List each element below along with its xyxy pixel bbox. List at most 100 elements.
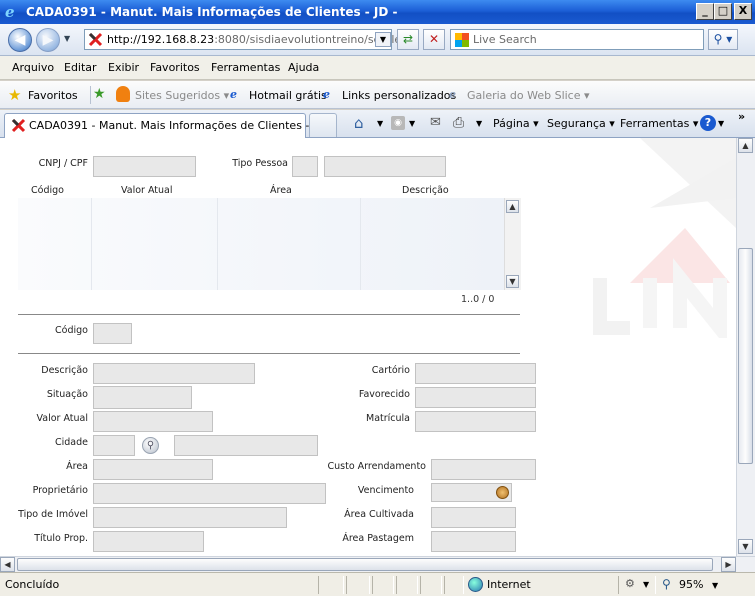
area-pastagem-field[interactable] — [431, 531, 516, 552]
tipo-pessoa-code-field[interactable] — [292, 156, 318, 177]
print-dropdown-icon[interactable]: ▼ — [476, 119, 482, 128]
grid-body[interactable] — [18, 198, 504, 290]
proprietario-field[interactable] — [93, 483, 326, 504]
fav-galeria-web-slice[interactable]: Galeria do Web Slice ▾ — [467, 89, 590, 102]
calendar-icon[interactable] — [496, 486, 509, 499]
help-dropdown-icon[interactable]: ▼ — [718, 119, 724, 128]
scroll-down-icon[interactable]: ▼ — [738, 539, 753, 554]
zoom-icon[interactable]: ⚲ — [662, 577, 671, 591]
help-icon[interactable]: ? — [700, 115, 716, 131]
custo-arrendamento-field[interactable] — [431, 459, 536, 480]
grid-header-codigo[interactable]: Código — [31, 185, 64, 196]
codigo-label: Código — [55, 325, 88, 336]
zoom-level[interactable]: 95% — [679, 578, 703, 591]
favorites-star-icon: ★ — [8, 86, 22, 104]
scroll-left-icon[interactable]: ◀ — [0, 557, 15, 572]
menu-arquivo[interactable]: Arquivo — [12, 61, 54, 74]
matricula-field[interactable] — [415, 411, 536, 432]
cnpj-label: CNPJ / CPF — [38, 158, 88, 169]
tipo-pessoa-desc-field[interactable] — [324, 156, 446, 177]
cmd-seguranca[interactable]: Segurança ▾ — [547, 117, 615, 130]
address-dropdown-icon[interactable]: ▼ — [375, 32, 391, 47]
codigo-field[interactable] — [93, 323, 132, 344]
cidade-code-field[interactable] — [93, 435, 135, 456]
grid-scroll-up-icon[interactable]: ▲ — [506, 200, 519, 213]
live-search-icon — [455, 33, 469, 47]
hscroll-thumb[interactable] — [17, 558, 713, 571]
titulo-prop-field[interactable] — [93, 531, 204, 552]
cmd-pagina[interactable]: Página ▾ — [493, 117, 539, 130]
maximize-button[interactable]: □ — [714, 3, 732, 20]
menu-exibir[interactable]: Exibir — [108, 61, 139, 74]
feeds-icon[interactable]: ◉ — [391, 116, 405, 130]
menu-ferramentas[interactable]: Ferramentas — [211, 61, 280, 74]
search-input[interactable]: Live Search — [450, 29, 704, 50]
print-icon[interactable]: ⎙ — [453, 115, 464, 131]
forward-button[interactable]: ▶ — [36, 28, 60, 52]
area-label: Área — [66, 461, 88, 472]
stop-icon[interactable]: ✕ — [423, 29, 445, 50]
scroll-right-icon[interactable]: ▶ — [721, 557, 736, 572]
tipo-imovel-label: Tipo de Imóvel — [18, 509, 88, 520]
grid-scroll-down-icon[interactable]: ▼ — [506, 275, 519, 288]
site-favicon-icon — [11, 118, 26, 133]
back-button[interactable]: ◀ — [8, 28, 32, 52]
tab-active[interactable]: CADA0391 - Manut. Mais Informações de Cl… — [4, 113, 325, 138]
cartorio-field[interactable] — [415, 363, 536, 384]
web-slice-icon: e — [449, 88, 456, 101]
favorites-button[interactable]: Favoritos — [28, 89, 78, 102]
home-dropdown-icon[interactable]: ▼ — [377, 119, 383, 128]
area-cultivada-field[interactable] — [431, 507, 516, 528]
grid-scrollbar[interactable]: ▲ ▼ — [504, 198, 521, 290]
tipo-imovel-field[interactable] — [93, 507, 287, 528]
scroll-thumb[interactable] — [738, 248, 753, 464]
cmd-ferramentas[interactable]: Ferramentas ▾ — [620, 117, 698, 130]
home-icon[interactable]: ⌂ — [354, 114, 364, 132]
ie-page-icon: e — [323, 88, 330, 101]
window-title: CADA0391 - Manut. Mais Informações de Cl… — [26, 5, 398, 19]
fav-sites-sugeridos[interactable]: Sites Sugeridos ▾ — [135, 89, 229, 102]
valor-atual-field[interactable] — [93, 411, 213, 432]
menu-favoritos[interactable]: Favoritos — [150, 61, 200, 74]
address-input[interactable]: http://192.168.8.23:8080/sisdiaevolution… — [84, 29, 406, 50]
protected-mode-segment[interactable]: ⚙ ▼ — [618, 576, 656, 594]
grid-header-area[interactable]: Área — [270, 185, 292, 196]
search-go-icon[interactable]: ⚲ ▾ — [708, 29, 738, 50]
grid-header-valor-atual[interactable]: Valor Atual — [121, 185, 173, 196]
new-tab-button[interactable] — [309, 113, 337, 137]
descricao-field[interactable] — [93, 363, 255, 384]
situacao-field[interactable] — [93, 386, 192, 409]
favorites-bar: ★ Favoritos ★ Sites Sugeridos ▾ e Hotmai… — [0, 81, 755, 109]
fav-links-personalizados[interactable]: Links personalizados — [342, 89, 456, 102]
grid-header-descricao[interactable]: Descrição — [402, 185, 449, 196]
mail-icon[interactable]: ✉ — [430, 115, 441, 130]
menu-bar: Arquivo Editar Exibir Favoritos Ferramen… — [0, 56, 755, 80]
page-horizontal-scrollbar[interactable]: ◀ ▶ — [0, 556, 755, 572]
tab-title: CADA0391 - Manut. Mais Informações de Cl… — [29, 119, 325, 132]
vencimento-field[interactable] — [431, 483, 512, 502]
scroll-up-icon[interactable]: ▲ — [738, 138, 753, 153]
history-dropdown-icon[interactable]: ▼ — [64, 34, 70, 43]
menu-editar[interactable]: Editar — [64, 61, 97, 74]
situacao-label: Situação — [46, 389, 88, 400]
more-commands-icon[interactable]: » — [738, 110, 745, 123]
feeds-dropdown-icon[interactable]: ▼ — [409, 119, 415, 128]
area-field[interactable] — [93, 459, 213, 480]
minimize-button[interactable]: _ — [696, 3, 714, 20]
valor-atual-label: Valor Atual — [36, 413, 89, 424]
custo-arrendamento-label: Custo Arrendamento — [327, 461, 426, 472]
menu-ajuda[interactable]: Ajuda — [288, 61, 319, 74]
security-dropdown-icon[interactable]: ▼ — [643, 580, 649, 589]
add-favorite-icon[interactable]: ★ — [93, 86, 106, 102]
close-button[interactable]: X — [734, 3, 752, 20]
zoom-dropdown-icon[interactable]: ▼ — [712, 581, 718, 590]
cidade-search-icon[interactable]: ⚲ — [142, 437, 159, 454]
cnpj-field[interactable] — [93, 156, 196, 177]
tab-bar: CADA0391 - Manut. Mais Informações de Cl… — [0, 110, 755, 138]
favorecido-field[interactable] — [415, 387, 536, 408]
page-vertical-scrollbar[interactable]: ▲ ▼ — [736, 138, 755, 556]
tipo-pessoa-label: Tipo Pessoa — [232, 158, 288, 169]
refresh-icon[interactable]: ⇄ — [397, 29, 419, 50]
fav-hotmail[interactable]: Hotmail grátis — [249, 89, 327, 102]
cidade-desc-field[interactable] — [174, 435, 318, 456]
